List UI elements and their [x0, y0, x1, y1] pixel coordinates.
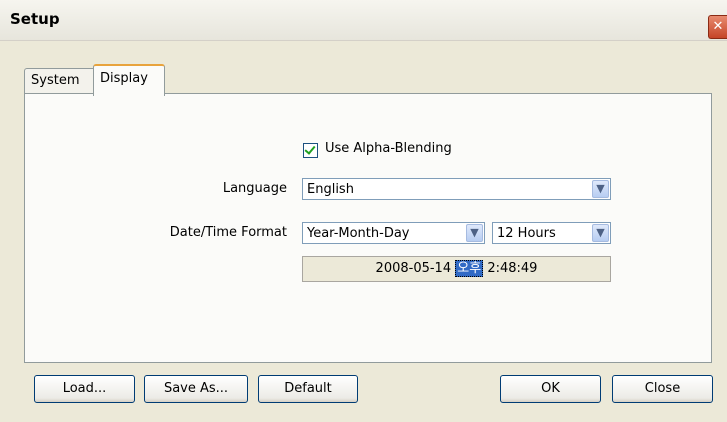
hour-format-value: 12 Hours [497, 226, 556, 241]
title-bar[interactable]: Setup ✕ [0, 0, 727, 41]
checkmark-icon [304, 143, 316, 155]
language-label: Language [222, 181, 287, 196]
chevron-down-icon[interactable]: ▼ [466, 224, 483, 242]
language-select[interactable]: English ▼ [302, 178, 611, 200]
alpha-blending-label[interactable]: Use Alpha-Blending [325, 141, 452, 156]
tab-system[interactable]: System [24, 68, 98, 93]
chevron-down-icon[interactable]: ▼ [592, 180, 609, 198]
save-as-button[interactable]: Save As... [144, 375, 248, 403]
default-button[interactable]: Default [258, 375, 358, 403]
load-button[interactable]: Load... [34, 375, 135, 403]
datetime-preview: 2008-05-14 오후 2:48:49 [302, 256, 611, 282]
window-title: Setup [10, 10, 60, 28]
tab-display[interactable]: Display [93, 64, 165, 96]
close-button[interactable]: Close [612, 375, 713, 403]
alpha-blending-checkbox[interactable] [303, 143, 318, 158]
setup-window: Setup ✕ System Display Use Alpha-Blendin… [0, 0, 727, 422]
preview-ampm: 오후 [455, 260, 484, 277]
date-format-select[interactable]: Year-Month-Day ▼ [302, 222, 485, 244]
language-value: English [307, 182, 354, 197]
hour-format-select[interactable]: 12 Hours ▼ [492, 222, 611, 244]
close-window-button[interactable]: ✕ [708, 15, 727, 39]
chevron-down-icon[interactable]: ▼ [592, 224, 609, 242]
datetime-format-label: Date/Time Format [169, 225, 287, 240]
preview-time: 2:48:49 [487, 261, 538, 276]
preview-date: 2008-05-14 [375, 261, 452, 276]
ok-button[interactable]: OK [500, 375, 601, 403]
date-format-value: Year-Month-Day [307, 226, 410, 241]
